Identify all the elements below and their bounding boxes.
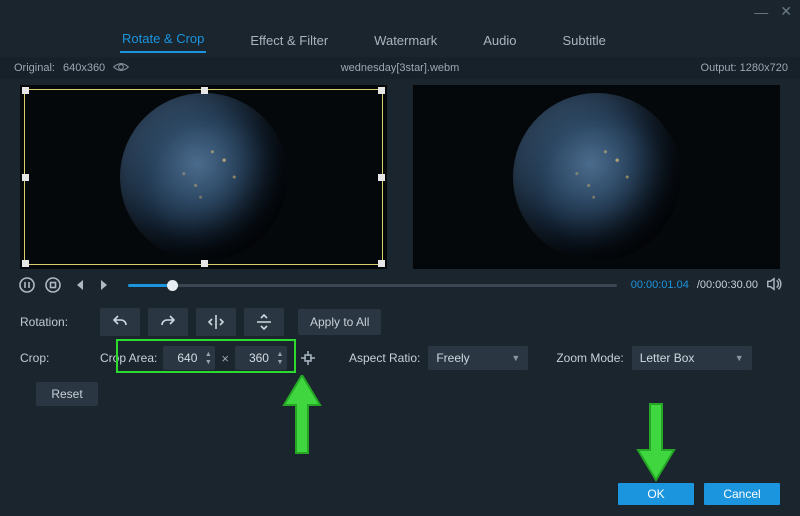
width-down[interactable]: ▼: [203, 358, 213, 366]
prev-frame-button[interactable]: [70, 276, 88, 294]
reset-button[interactable]: Reset: [36, 382, 98, 406]
crop-handle[interactable]: [22, 174, 29, 181]
aspect-ratio-label: Aspect Ratio:: [349, 351, 420, 365]
tab-audio[interactable]: Audio: [481, 29, 518, 52]
tab-effect-filter[interactable]: Effect & Filter: [248, 29, 330, 52]
next-frame-button[interactable]: [96, 276, 114, 294]
dimension-separator: ×: [221, 351, 229, 366]
total-time: /00:00:30.00: [697, 279, 758, 291]
crop-center-icon[interactable]: [295, 346, 321, 370]
crop-handle[interactable]: [22, 260, 29, 267]
crop-handle[interactable]: [22, 87, 29, 94]
chevron-down-icon: ▼: [511, 353, 520, 363]
crop-handle[interactable]: [201, 87, 208, 94]
tab-rotate-crop[interactable]: Rotate & Crop: [120, 27, 206, 53]
tutorial-arrow-down: [636, 402, 676, 482]
zoom-mode-select[interactable]: Letter Box▼: [632, 346, 752, 370]
footer: OK Cancel: [618, 483, 780, 505]
current-time: 00:00:01.04: [631, 279, 689, 291]
crop-handle[interactable]: [201, 260, 208, 267]
crop-area-label: Crop Area:: [100, 351, 157, 365]
original-preview[interactable]: [20, 85, 387, 269]
chevron-down-icon: ▼: [735, 353, 744, 363]
pause-button[interactable]: [18, 276, 36, 294]
aspect-ratio-select[interactable]: Freely▼: [428, 346, 528, 370]
tab-watermark[interactable]: Watermark: [372, 29, 439, 52]
crop-label: Crop:: [20, 351, 100, 365]
crop-handle[interactable]: [378, 87, 385, 94]
rotation-row: Rotation: Apply to All: [20, 307, 780, 337]
timeline-knob[interactable]: [167, 280, 178, 291]
flip-horizontal-button[interactable]: [196, 308, 236, 336]
output-dims: 1280x720: [740, 62, 788, 74]
transport-bar: 00:00:01.04 /00:00:30.00: [0, 269, 800, 297]
original-label: Original:: [14, 62, 55, 74]
output-label: Output:: [701, 62, 737, 74]
preview-panes: [0, 79, 800, 269]
volume-icon[interactable]: [766, 276, 782, 295]
crop-rectangle[interactable]: [24, 89, 383, 265]
crop-handle[interactable]: [378, 260, 385, 267]
ok-button[interactable]: OK: [618, 483, 694, 505]
height-up[interactable]: ▲: [275, 350, 285, 358]
rotate-left-button[interactable]: [100, 308, 140, 336]
original-dims: 640x360: [63, 62, 105, 74]
stop-button[interactable]: [44, 276, 62, 294]
crop-handle[interactable]: [378, 174, 385, 181]
reset-row: Reset: [20, 379, 780, 409]
output-preview: [413, 85, 780, 269]
height-down[interactable]: ▼: [275, 358, 285, 366]
flip-vertical-button[interactable]: [244, 308, 284, 336]
close-icon[interactable]: ✕: [780, 3, 792, 20]
crop-row: Crop: Crop Area: 640 ▲▼ × 360 ▲▼ Aspect …: [20, 343, 780, 373]
tab-subtitle[interactable]: Subtitle: [561, 29, 608, 52]
minimize-icon[interactable]: —: [754, 4, 768, 20]
info-bar: Original: 640x360 wednesday[3star].webm …: [0, 57, 800, 79]
video-frame: [513, 93, 681, 261]
crop-width-input[interactable]: 640 ▲▼: [163, 346, 215, 370]
width-up[interactable]: ▲: [203, 350, 213, 358]
cancel-button[interactable]: Cancel: [704, 483, 780, 505]
timeline-slider[interactable]: [128, 284, 617, 287]
tab-bar: Rotate & Crop Effect & Filter Watermark …: [0, 23, 800, 57]
zoom-mode-label: Zoom Mode:: [556, 351, 623, 365]
titlebar: — ✕: [0, 0, 800, 23]
rotate-right-button[interactable]: [148, 308, 188, 336]
filename: wednesday[3star].webm: [341, 62, 460, 74]
preview-visibility-icon[interactable]: [113, 61, 129, 76]
crop-height-input[interactable]: 360 ▲▼: [235, 346, 287, 370]
apply-to-all-button[interactable]: Apply to All: [298, 309, 381, 335]
rotation-label: Rotation:: [20, 315, 100, 329]
controls-panel: Rotation: Apply to All Crop: Crop Area: …: [0, 297, 800, 409]
